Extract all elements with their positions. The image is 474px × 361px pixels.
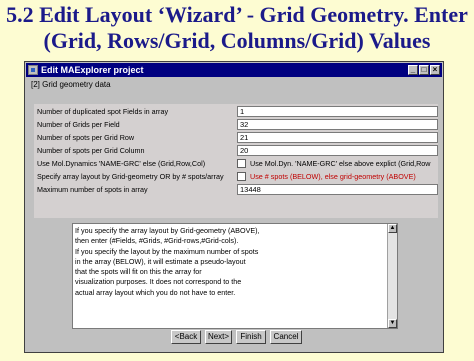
help-scrollbar[interactable]: ▲ ▼ (387, 224, 397, 328)
help-text: If you specify the array layout by Grid-… (75, 226, 385, 298)
form-row-grid-rows: Number of spots per Grid Row 21 (34, 132, 438, 144)
cancel-button[interactable]: Cancel (270, 330, 302, 344)
slide-title: 5.2 Edit Layout ‘Wizard’ - Grid Geometry… (0, 2, 474, 54)
window-titlebar[interactable]: Edit MAExplorer project _ □ × (26, 63, 442, 77)
grid-geometry-form: Number of duplicated spot Fields in arra… (34, 104, 438, 218)
help-line: actual array layout which you do not hav… (75, 287, 236, 297)
grids-input[interactable]: 32 (237, 119, 438, 130)
help-line: If you specify the array layout by Grid-… (75, 226, 260, 235)
window-title: Edit MAExplorer project (41, 65, 144, 75)
layout-mode-option-text[interactable]: Use # spots (BELOW), else grid-geometry … (250, 171, 438, 183)
help-line: that the spots will fit on this the arra… (75, 267, 202, 277)
grid-cols-label: Number of spots per Grid Column (37, 146, 145, 155)
mol-dynamics-option-text[interactable]: Use Mol.Dyn. 'NAME-GRC' else above expli… (250, 158, 438, 170)
mol-dynamics-checkbox[interactable] (237, 159, 246, 168)
form-row-mol-dynamics: Use Mol.Dynamics 'NAME-GRC' else (Grid,R… (34, 158, 438, 170)
minimize-button[interactable]: _ (408, 65, 418, 75)
finish-button[interactable]: Finish (236, 330, 266, 344)
grid-cols-input[interactable]: 20 (237, 145, 438, 156)
mol-dynamics-label: Use Mol.Dynamics 'NAME-GRC' else (Grid,R… (37, 159, 206, 168)
slide-title-line-2: (Grid, Rows/Grid, Columns/Grid) Values (43, 28, 431, 53)
help-line: visualization purposes. It does not corr… (75, 277, 242, 287)
help-line: If you specify the layout by the maximum… (75, 246, 259, 256)
maximize-button[interactable]: □ (419, 65, 429, 75)
max-spots-label: Maximum number of spots in array (37, 185, 148, 194)
form-row-grids: Number of Grids per Field 32 (34, 119, 438, 131)
form-row-max-spots: Maximum number of spots in array 13448 (34, 184, 438, 196)
scroll-up-icon[interactable]: ▲ (388, 224, 397, 233)
section-label: [2] Grid geometry data (31, 80, 111, 89)
form-row-grid-cols: Number of spots per Grid Column 20 (34, 145, 438, 157)
scroll-down-icon[interactable]: ▼ (388, 319, 397, 328)
slide-title-line-1: 5.2 Edit Layout ‘Wizard’ - Grid Geometry… (6, 2, 468, 27)
help-line: in the array (BELOW), it will estimate a… (75, 256, 246, 266)
form-row-fields: Number of duplicated spot Fields in arra… (34, 106, 438, 118)
form-row-layout-mode: Specify array layout by Grid-geometry OR… (34, 171, 438, 183)
app-icon (28, 65, 38, 75)
layout-mode-label: Specify array layout by Grid-geometry OR… (37, 172, 224, 181)
fields-input[interactable]: 1 (237, 106, 438, 117)
max-spots-input[interactable]: 13448 (237, 184, 438, 195)
next-button[interactable]: Next> (205, 330, 232, 344)
layout-mode-checkbox[interactable] (237, 172, 246, 181)
back-button[interactable]: <Back (171, 330, 201, 344)
close-button[interactable]: × (430, 65, 440, 75)
edit-project-dialog: Edit MAExplorer project _ □ × [2] Grid g… (24, 61, 444, 353)
help-text-area[interactable]: If you specify the array layout by Grid-… (72, 223, 398, 329)
fields-label: Number of duplicated spot Fields in arra… (37, 107, 169, 116)
grids-label: Number of Grids per Field (37, 120, 120, 129)
grid-rows-input[interactable]: 21 (237, 132, 438, 143)
grid-rows-label: Number of spots per Grid Row (37, 133, 135, 142)
help-line: then enter (#Fields, #Grids, #Grid-rows,… (75, 236, 239, 246)
